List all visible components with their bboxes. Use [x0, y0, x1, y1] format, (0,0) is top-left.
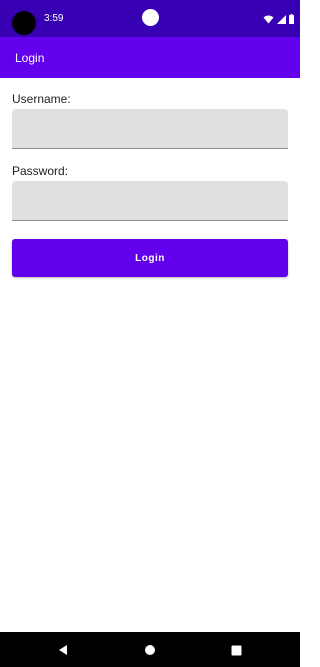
password-label: Password:	[12, 164, 69, 178]
home-icon[interactable]	[142, 642, 158, 658]
notification-dot-icon	[142, 9, 159, 26]
app-title: Login	[15, 51, 45, 65]
signal-icon	[277, 14, 286, 24]
screen: 3:59 Login Username: Password: Login	[0, 0, 300, 667]
back-icon[interactable]	[55, 642, 71, 658]
status-icons	[263, 12, 294, 26]
password-field[interactable]	[12, 181, 288, 221]
navigation-bar	[0, 632, 300, 667]
username-field[interactable]	[12, 109, 288, 149]
status-time: 3:59	[44, 13, 64, 24]
username-label: Username:	[12, 92, 71, 106]
status-bar: 3:59	[0, 0, 300, 37]
battery-icon	[289, 14, 294, 24]
wifi-icon	[263, 15, 274, 24]
login-button[interactable]: Login	[12, 239, 288, 277]
camera-cutout	[12, 11, 36, 35]
recents-icon[interactable]	[228, 642, 244, 658]
app-bar: Login	[0, 37, 300, 78]
